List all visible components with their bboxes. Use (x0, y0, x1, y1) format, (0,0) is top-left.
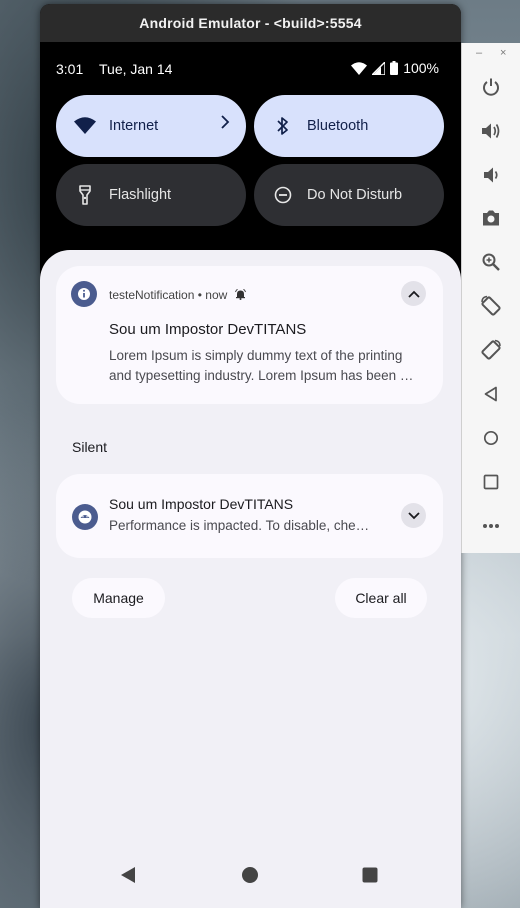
android-face-icon (72, 504, 98, 530)
notification-time: now (205, 288, 228, 302)
notification-title: Sou um Impostor DevTITANS (109, 496, 294, 512)
home-icon[interactable] (479, 426, 503, 450)
more-icon[interactable] (479, 514, 503, 538)
battery-icon (390, 61, 399, 75)
nav-back-icon[interactable] (119, 866, 137, 889)
notification-text-line: Lorem Ipsum is simply dummy text of the … (109, 348, 403, 363)
chevron-right-icon (220, 115, 230, 134)
nav-overview-icon[interactable] (362, 867, 378, 888)
rotate-right-icon[interactable] (479, 338, 503, 362)
rotate-left-icon[interactable] (479, 294, 503, 318)
volume-up-icon[interactable] (479, 119, 503, 143)
notification-shade: testeNotification • now Sou um Impostor … (40, 250, 461, 908)
expand-button[interactable] (401, 503, 426, 528)
tile-label: Bluetooth (307, 118, 369, 134)
info-icon (71, 281, 97, 307)
toolbar-window-controls: – × (462, 47, 520, 63)
bluetooth-icon (271, 114, 295, 138)
wifi-signal-icon (351, 61, 368, 75)
tile-bluetooth[interactable]: Bluetooth (254, 95, 444, 157)
notification-card-silent[interactable]: Sou um Impostor DevTITANS Performance is… (56, 474, 443, 558)
close-button[interactable]: × (500, 47, 506, 59)
chevron-up-icon (407, 285, 420, 303)
notification-title: Sou um Impostor DevTITANS (109, 321, 307, 338)
status-date: Tue, Jan 14 (99, 61, 173, 77)
tile-label: Do Not Disturb (307, 187, 403, 203)
do-not-disturb-icon (271, 183, 295, 207)
volume-down-icon[interactable] (479, 163, 503, 187)
overview-icon[interactable] (479, 470, 503, 494)
navigation-bar (40, 848, 461, 908)
status-bar: 3:01 Tue, Jan 14 100% (40, 42, 461, 88)
emulator-window: Android Emulator - <build>:5554 3:01 Tue… (40, 4, 461, 908)
tile-do-not-disturb[interactable]: Do Not Disturb (254, 164, 444, 226)
alert-bell-icon (234, 288, 246, 303)
notification-app-name: testeNotification (109, 288, 195, 302)
notification-text-line: and typesetting industry. Lorem Ipsum ha… (109, 368, 414, 383)
status-icons: 100% (351, 60, 439, 76)
cell-signal-icon (372, 61, 386, 75)
zoom-icon[interactable] (479, 250, 503, 274)
clear-all-button[interactable]: Clear all (335, 578, 427, 618)
collapse-button[interactable] (401, 281, 426, 306)
flashlight-icon (73, 183, 97, 207)
window-title: Android Emulator - <build>:5554 (139, 15, 362, 31)
tile-label: Internet (109, 118, 159, 134)
tile-flashlight[interactable]: Flashlight (56, 164, 246, 226)
nav-home-icon[interactable] (241, 866, 259, 889)
notification-text: Performance is impacted. To disable, che… (109, 518, 370, 533)
status-time: 3:01 (56, 61, 84, 77)
back-icon[interactable] (479, 382, 503, 406)
chevron-down-icon (407, 507, 420, 525)
wifi-icon (73, 114, 97, 138)
battery-percent: 100% (403, 60, 439, 76)
silent-section-label: Silent (72, 439, 108, 455)
minimize-button[interactable]: – (476, 47, 482, 59)
device-screen: 3:01 Tue, Jan 14 100% Internet Bluetooth… (40, 42, 461, 908)
tile-label: Flashlight (109, 187, 172, 203)
window-title-bar[interactable]: Android Emulator - <build>:5554 (40, 4, 461, 42)
emulator-side-toolbar: – × (461, 43, 520, 553)
manage-button[interactable]: Manage (72, 578, 165, 618)
tile-internet[interactable]: Internet (56, 95, 246, 157)
power-icon[interactable] (479, 75, 503, 99)
notification-header: testeNotification • now (109, 288, 246, 303)
notification-card-expanded[interactable]: testeNotification • now Sou um Impostor … (56, 266, 443, 404)
camera-icon[interactable] (479, 206, 503, 230)
